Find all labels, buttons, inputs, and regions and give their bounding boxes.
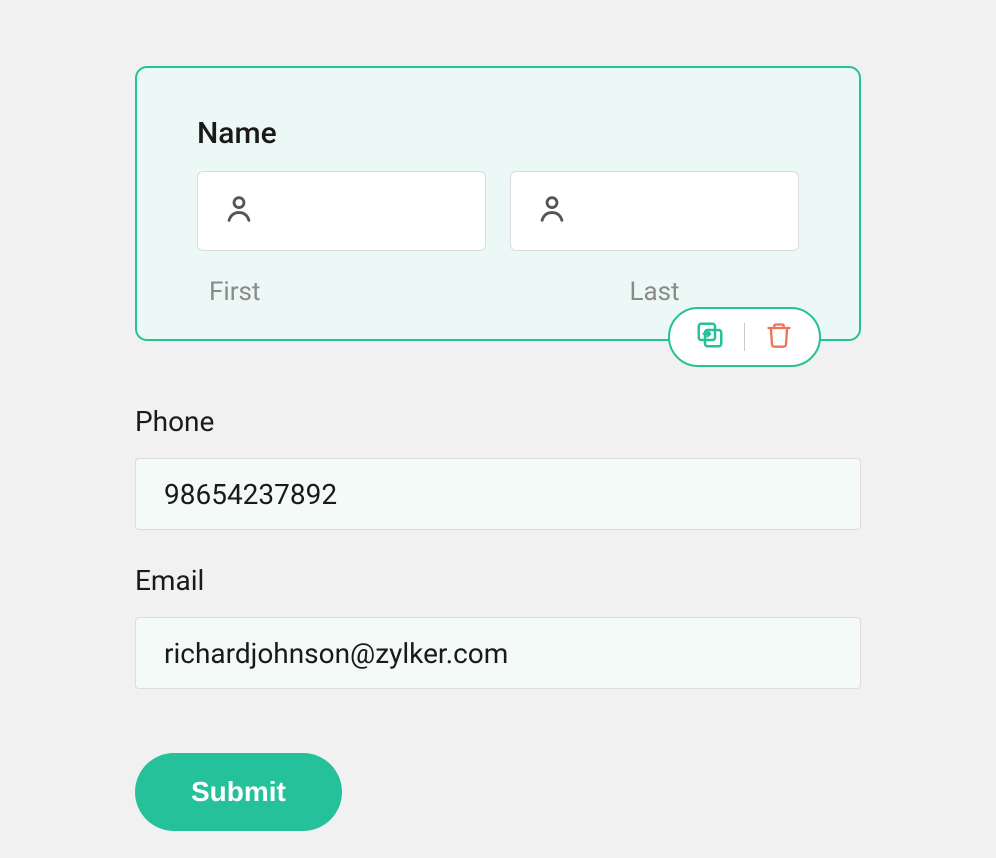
last-name-col: Last [510, 171, 799, 307]
switch-icon [695, 320, 725, 354]
first-name-input[interactable] [256, 196, 485, 227]
trash-icon [765, 321, 793, 353]
person-icon [535, 192, 569, 230]
first-name-col: First [197, 171, 486, 307]
phone-field: Phone [135, 405, 861, 530]
field-action-pill [668, 307, 821, 367]
email-field: Email [135, 564, 861, 689]
first-name-sublabel: First [197, 277, 486, 307]
email-input[interactable] [135, 617, 861, 689]
first-name-input-wrapper[interactable] [197, 171, 486, 251]
pill-divider [744, 323, 745, 351]
name-field-group: Name First [135, 66, 861, 341]
last-name-sublabel: Last [510, 277, 799, 307]
person-icon [222, 192, 256, 230]
email-label: Email [135, 564, 861, 597]
change-field-button[interactable] [694, 321, 726, 353]
submit-button[interactable]: Submit [135, 753, 342, 831]
name-row: First Last [197, 171, 799, 307]
phone-label: Phone [135, 405, 861, 438]
last-name-input-wrapper[interactable] [510, 171, 799, 251]
delete-field-button[interactable] [763, 321, 795, 353]
last-name-input[interactable] [569, 196, 798, 227]
name-label: Name [197, 116, 799, 151]
phone-input[interactable] [135, 458, 861, 530]
